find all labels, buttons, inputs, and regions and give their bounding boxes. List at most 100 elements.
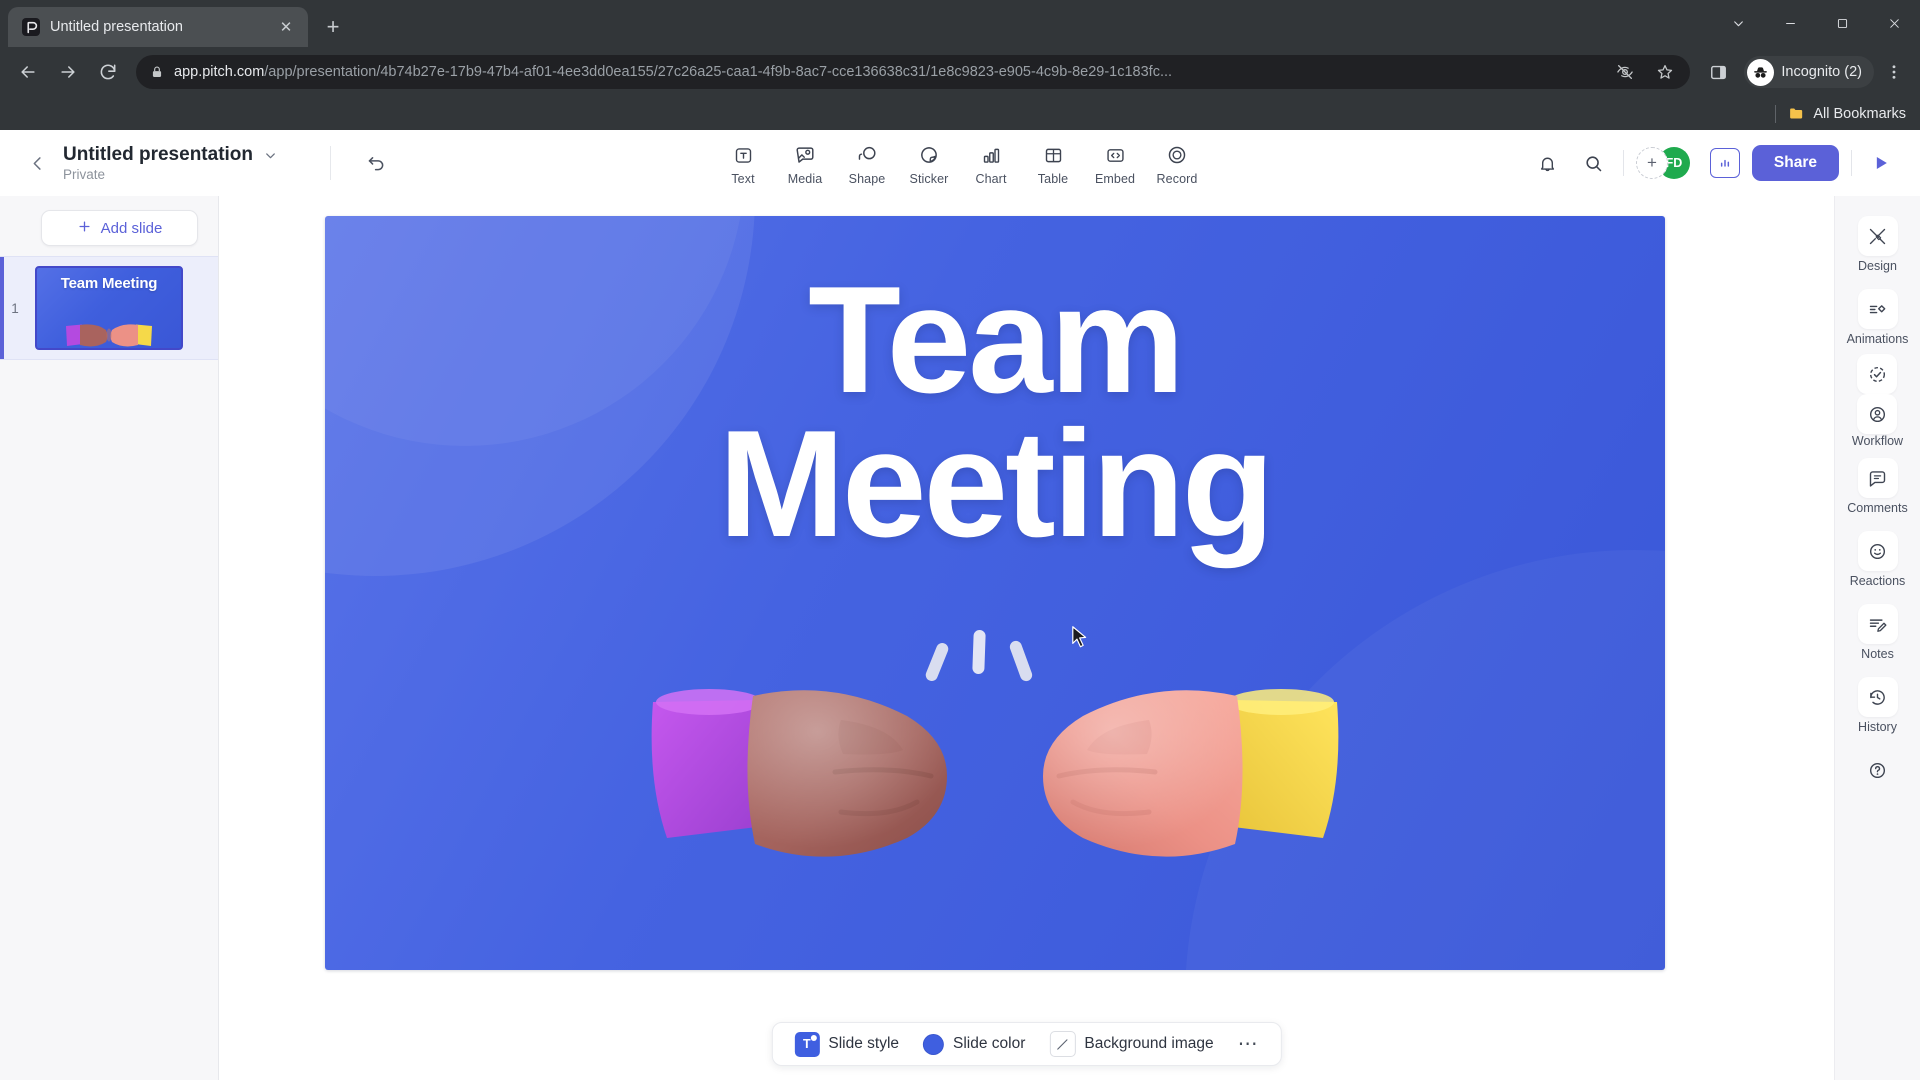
- slide-color-swatch-icon: [923, 1033, 945, 1055]
- tab-search-button[interactable]: [1712, 0, 1764, 47]
- tool-chart[interactable]: Chart: [962, 140, 1020, 186]
- background-image-button[interactable]: Background image: [1041, 1027, 1221, 1061]
- media-image-icon: [794, 142, 816, 168]
- slide-style-button[interactable]: T Slide style: [786, 1027, 907, 1061]
- analytics-icon[interactable]: [1709, 148, 1740, 178]
- workflow-check-icon[interactable]: [1857, 354, 1898, 394]
- help-question-icon[interactable]: [1858, 750, 1898, 790]
- slide-style-toolbar: T Slide style Slide color Background ima…: [771, 1022, 1282, 1066]
- minimize-button[interactable]: [1764, 0, 1816, 47]
- rail-label: History: [1858, 720, 1897, 734]
- more-options-button[interactable]: ⋯: [1230, 1034, 1267, 1054]
- slide-number: 1: [11, 300, 19, 316]
- tool-table[interactable]: Table: [1024, 140, 1082, 186]
- url-path: /app/presentation/4b74b27e-17b9-47b4-af0…: [264, 64, 1173, 80]
- tool-label: Embed: [1094, 172, 1136, 186]
- profile-chip[interactable]: Incognito (2): [1744, 56, 1874, 88]
- rail-item-help[interactable]: [1842, 742, 1914, 799]
- slide-thumbnail-preview[interactable]: Team Meeting: [35, 266, 183, 350]
- page-title[interactable]: Untitled presentation: [63, 144, 253, 166]
- tool-sticker[interactable]: Sticker: [900, 140, 958, 186]
- tool-text[interactable]: Text: [714, 140, 772, 186]
- plus-icon: [77, 219, 92, 238]
- design-brush-icon: [1857, 216, 1898, 256]
- fist-bump-emoji-illustration[interactable]: [645, 630, 1345, 930]
- fist-bump-emoji-illustration: [66, 324, 152, 347]
- reload-button[interactable]: [90, 54, 126, 90]
- chevron-left-icon[interactable]: [28, 154, 47, 173]
- undo-icon[interactable]: [359, 146, 393, 180]
- browser-tab-title: Untitled presentation: [50, 19, 183, 35]
- history-clock-icon: [1857, 677, 1898, 717]
- slide-title-text[interactable]: Team Meeting: [325, 264, 1665, 560]
- tool-label: Text: [731, 172, 755, 186]
- slide-color-button[interactable]: Slide color: [915, 1027, 1033, 1061]
- omnibox[interactable]: app.pitch.com/app/presentation/4b74b27e-…: [136, 55, 1691, 89]
- chevron-down-icon[interactable]: [263, 148, 278, 163]
- eye-off-icon[interactable]: [1610, 57, 1640, 87]
- sticker-icon: [918, 142, 940, 168]
- record-circle-icon: [1166, 142, 1188, 168]
- tool-embed[interactable]: Embed: [1086, 140, 1144, 186]
- tool-media[interactable]: Media: [776, 140, 834, 186]
- rail-label: Workflow: [1851, 434, 1904, 448]
- url-text: app.pitch.com/app/presentation/4b74b27e-…: [174, 64, 1600, 80]
- rail-label: Comments: [1847, 501, 1908, 515]
- window-close-button[interactable]: [1868, 0, 1920, 47]
- app-header-right: + FD Share: [1531, 130, 1898, 196]
- motion-lines: [925, 630, 1033, 682]
- app-header-left: Untitled presentation Private: [0, 130, 330, 196]
- close-icon[interactable]: ✕: [274, 15, 298, 39]
- forward-button[interactable]: [50, 54, 86, 90]
- presentation-visibility: Private: [63, 167, 106, 182]
- rail-label: Animations: [1846, 332, 1909, 346]
- slides-panel: Add slide 1 Team Meeting: [0, 196, 219, 1080]
- code-embed-icon: [1105, 142, 1126, 168]
- rail-item-workflow[interactable]: Workflow: [1852, 354, 1903, 448]
- side-panel-icon[interactable]: [1700, 54, 1736, 90]
- browser-tab[interactable]: Untitled presentation ✕: [8, 7, 308, 47]
- present-button[interactable]: [1864, 146, 1898, 180]
- maximize-button[interactable]: [1816, 0, 1868, 47]
- back-button[interactable]: [10, 54, 46, 90]
- app-header: Untitled presentation Private Text Media…: [0, 130, 1920, 196]
- tool-record[interactable]: Record: [1148, 140, 1206, 186]
- app-main: Add slide 1 Team Meeting Team Meeting T …: [0, 196, 1920, 1080]
- workflow-person-icon[interactable]: [1857, 394, 1898, 434]
- new-tab-button[interactable]: +: [316, 10, 350, 44]
- slide-thumbnail-item[interactable]: 1 Team Meeting: [0, 256, 218, 360]
- tool-label: Table: [1037, 172, 1069, 186]
- rail-item-design[interactable]: Design: [1842, 208, 1914, 279]
- bar-chart-icon: [981, 142, 1002, 168]
- folder-icon: [1788, 105, 1805, 122]
- rail-item-history[interactable]: History: [1842, 669, 1914, 740]
- text-box-icon: [733, 142, 754, 168]
- collaborators: + FD: [1635, 146, 1698, 180]
- tool-label: Media: [787, 172, 823, 186]
- rail-item-animations[interactable]: Animations: [1842, 281, 1914, 352]
- profile-label: Incognito (2): [1781, 64, 1862, 80]
- rail-item-comments[interactable]: Comments: [1842, 450, 1914, 521]
- star-icon[interactable]: [1650, 57, 1680, 87]
- slide-style-icon: T: [794, 1031, 820, 1057]
- comment-bubble-icon: [1857, 458, 1898, 498]
- all-bookmarks-label[interactable]: All Bookmarks: [1813, 106, 1906, 122]
- browser-chrome: Untitled presentation ✕ + app.pitch.com/…: [0, 0, 1920, 130]
- add-slide-button[interactable]: Add slide: [41, 210, 198, 246]
- insert-toolbar: Text Media Shape Sticker Chart Table Emb…: [714, 140, 1206, 186]
- share-button[interactable]: Share: [1751, 145, 1839, 181]
- rail-item-notes[interactable]: Notes: [1842, 596, 1914, 667]
- bell-icon[interactable]: [1531, 146, 1565, 180]
- rail-item-reactions[interactable]: Reactions: [1842, 523, 1914, 594]
- tool-shape[interactable]: Shape: [838, 140, 896, 186]
- smiley-face-icon: [1857, 531, 1898, 571]
- search-icon[interactable]: [1577, 146, 1611, 180]
- slide-canvas[interactable]: Team Meeting: [325, 216, 1665, 970]
- add-collaborator-button[interactable]: +: [1635, 147, 1668, 179]
- rail-label: Reactions: [1849, 574, 1906, 588]
- bookmarks-bar: All Bookmarks: [0, 97, 1920, 130]
- rail-label: Design: [1858, 259, 1897, 273]
- table-grid-icon: [1043, 142, 1064, 168]
- three-dot-menu-icon[interactable]: [1878, 54, 1910, 90]
- pitch-app: Untitled presentation Private Text Media…: [0, 130, 1920, 1080]
